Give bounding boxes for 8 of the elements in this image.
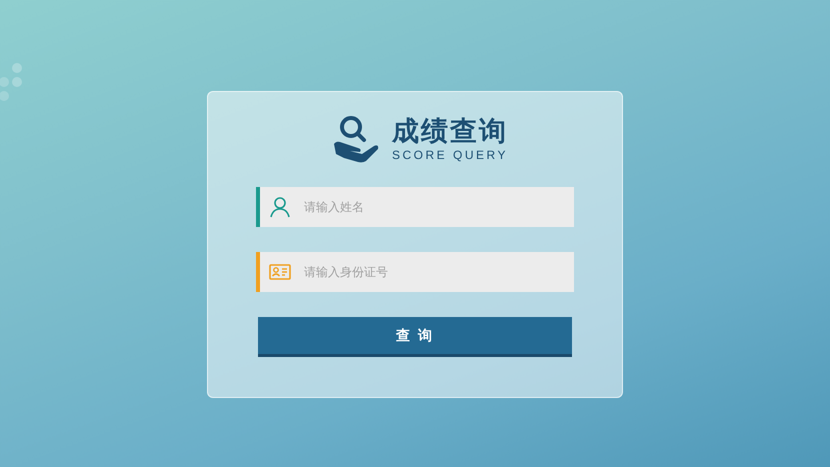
id-card-icon	[269, 263, 291, 281]
input-field[interactable]: 请输入姓名	[256, 187, 574, 227]
user-icon	[269, 196, 291, 218]
dots-drawing	[0, 60, 24, 104]
query-button[interactable]: 查 询	[258, 317, 572, 357]
input-field[interactable]: 请输入身份证号	[256, 252, 574, 292]
logo-subtitle: SCORE QUERY	[392, 147, 508, 163]
logo-title: 成绩查询	[392, 115, 508, 147]
